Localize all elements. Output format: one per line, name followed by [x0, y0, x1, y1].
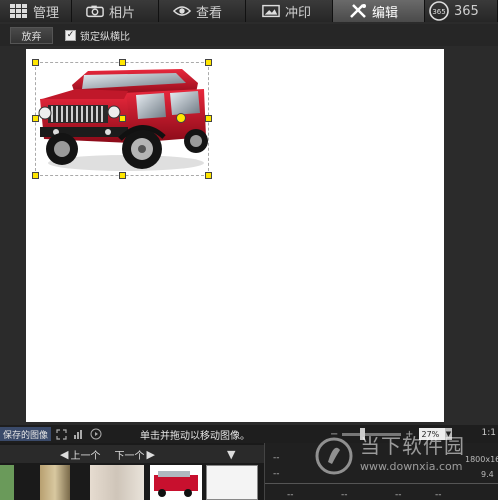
tab-365[interactable]: 365 365: [425, 0, 498, 22]
saved-images-tab[interactable]: 保存的图像: [0, 427, 52, 441]
watermark-url: www.downxia.com: [360, 460, 463, 473]
film-thumbnail[interactable]: [0, 465, 14, 500]
tab-print-label: 冲印: [285, 5, 312, 21]
next-arrow-icon[interactable]: ▶: [146, 448, 154, 461]
tab-photos-label: 相片: [109, 5, 136, 21]
edit-toolbar: 放弃 ✓ 锁定纵横比: [0, 24, 498, 46]
365-badge-icon: 365: [429, 1, 449, 21]
resize-handle-center[interactable]: [119, 115, 126, 122]
filmstrip-navigation: ◀ 上一个 下一个 ▶ ▼: [0, 445, 264, 463]
tab-manage-label: 管理: [33, 5, 60, 21]
info-value: --: [435, 490, 442, 500]
info-value: --: [273, 469, 280, 479]
resize-handle-bottom-right[interactable]: [205, 172, 212, 179]
filmstrip: ◀ 上一个 下一个 ▶ ▼: [0, 443, 264, 500]
resize-handle-top-right[interactable]: [205, 59, 212, 66]
film-thumbnail[interactable]: [90, 465, 144, 500]
resize-handle-top-left[interactable]: [32, 59, 39, 66]
lock-aspect-ratio-label: 锁定纵横比: [80, 31, 130, 43]
tab-365-label: 365: [454, 3, 479, 19]
collapse-arrow-icon[interactable]: ▼: [227, 448, 235, 461]
tab-manage[interactable]: 管理: [0, 0, 72, 22]
lock-aspect-ratio-checkbox[interactable]: ✓: [65, 29, 76, 41]
info-value: --: [287, 490, 294, 500]
rotation-handle[interactable]: [176, 113, 186, 123]
watermark-logo-icon: [315, 437, 353, 475]
fullscreen-icon[interactable]: [55, 428, 68, 441]
film-thumbnail[interactable]: [40, 465, 70, 500]
discard-button[interactable]: 放弃: [10, 26, 53, 44]
edit-tools-icon: [349, 4, 367, 18]
resize-handle-right[interactable]: [205, 115, 212, 122]
tab-photos[interactable]: 相片: [72, 0, 159, 22]
info-value: --: [395, 490, 402, 500]
tab-edit-label: 编辑: [372, 5, 399, 21]
svg-text:365: 365: [432, 8, 445, 16]
status-hint: 单击并拖动以移动图像。: [140, 430, 251, 442]
play-icon[interactable]: [89, 428, 102, 441]
info-value: --: [341, 490, 348, 500]
next-button[interactable]: 下一个: [114, 447, 144, 462]
resize-handle-top[interactable]: [119, 59, 126, 66]
histogram-icon[interactable]: [72, 428, 85, 441]
tab-edit[interactable]: 编辑: [333, 0, 425, 22]
grid-icon: [10, 4, 28, 18]
tab-view-label: 查看: [196, 5, 223, 21]
film-thumbnail[interactable]: [206, 465, 258, 500]
watermark-title: 当下软件园: [360, 434, 465, 458]
hummer-thumbnail: [154, 471, 198, 497]
print-icon: [262, 4, 280, 18]
film-thumbnail-selected[interactable]: [150, 465, 202, 500]
watermark: 当下软件园 www.downxia.com: [312, 430, 498, 490]
resize-handle-bottom[interactable]: [119, 172, 126, 179]
tab-print[interactable]: 冲印: [246, 0, 333, 22]
eye-icon: [173, 4, 191, 18]
resize-handle-left[interactable]: [32, 115, 39, 122]
resize-handle-bottom-left[interactable]: [32, 172, 39, 179]
tab-view[interactable]: 查看: [159, 0, 246, 22]
prev-button[interactable]: 上一个: [70, 447, 100, 462]
prev-arrow-icon[interactable]: ◀: [60, 448, 68, 461]
camera-icon: [86, 4, 104, 18]
lock-aspect-ratio-option[interactable]: ✓ 锁定纵横比: [65, 28, 130, 43]
info-value: --: [273, 453, 280, 463]
top-navigation: 管理 相片 查看 冲印 编辑 365 365: [0, 0, 498, 22]
